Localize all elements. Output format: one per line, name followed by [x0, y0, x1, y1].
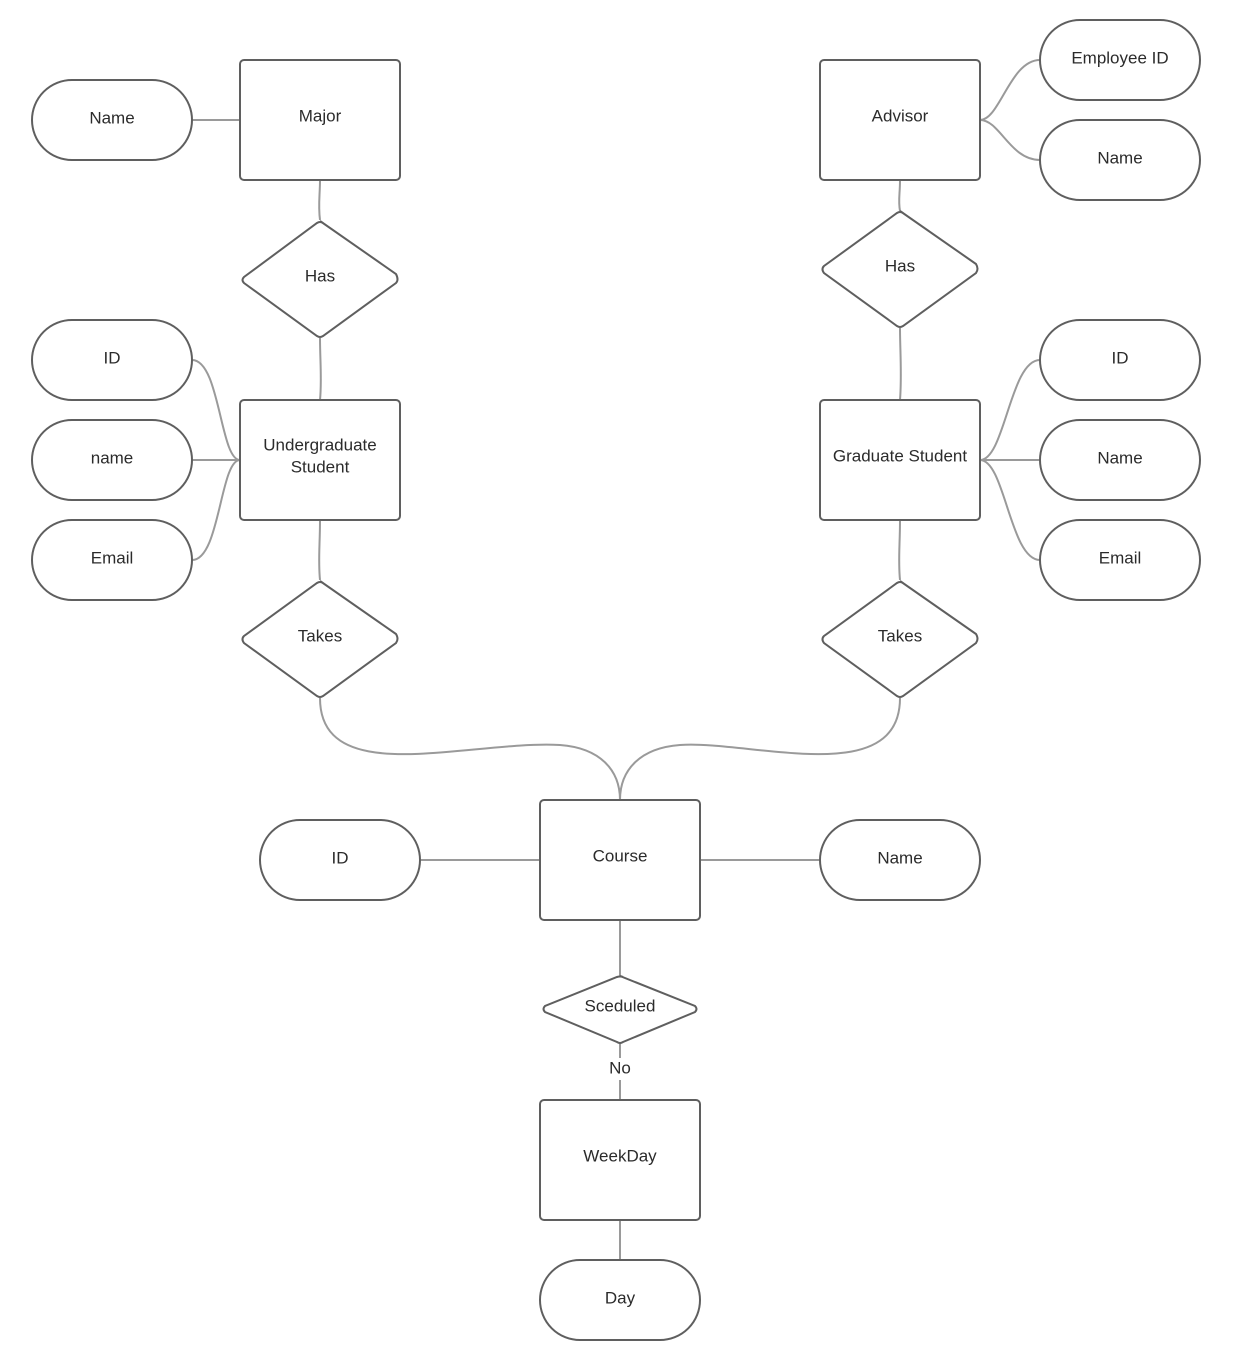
cardinality-label: No [609, 1058, 631, 1077]
attribute-label: Employee ID [1071, 48, 1168, 67]
entity-advisor[interactable]: Advisor [819, 59, 981, 181]
relationship-takes-undergrad[interactable]: Takes [241, 580, 399, 698]
entity-undergraduate-student[interactable]: Undergraduate Student [239, 399, 401, 521]
edge-label-cardinality: No [604, 1058, 636, 1080]
entity-label: Major [299, 106, 342, 125]
attribute-major-name[interactable]: Name [31, 79, 193, 161]
edge-ug-id-to-undergrad [191, 359, 241, 461]
attribute-label: ID [104, 348, 121, 367]
relationship-has-major[interactable]: Has [241, 220, 399, 338]
attribute-grad-email[interactable]: Email [1039, 519, 1201, 601]
er-diagram-canvas: Major Advisor Undergraduate Student Grad… [31, 19, 1201, 1341]
attribute-undergrad-name[interactable]: name [31, 419, 193, 501]
attribute-undergrad-id[interactable]: ID [31, 319, 193, 401]
entity-major[interactable]: Major [239, 59, 401, 181]
entity-course[interactable]: Course [539, 799, 701, 921]
attribute-advisor-employee-id[interactable]: Employee ID [1039, 19, 1201, 101]
attribute-label: Name [1097, 448, 1142, 467]
entity-label-line-2: Student [291, 457, 350, 476]
entity-label: Advisor [872, 106, 929, 125]
entity-label: WeekDay [583, 1146, 657, 1165]
entity-weekday[interactable]: WeekDay [539, 1099, 701, 1221]
edge-advisor-to-name [979, 119, 1041, 161]
relationship-label: Has [885, 256, 915, 275]
attribute-label: Name [1097, 148, 1142, 167]
relationship-takes-graduate[interactable]: Takes [821, 580, 979, 698]
attribute-weekday-day[interactable]: Day [539, 1259, 701, 1341]
attribute-undergrad-email[interactable]: Email [31, 519, 193, 601]
edge-grad-to-takes [898, 519, 901, 581]
attribute-course-id[interactable]: ID [259, 819, 421, 901]
attribute-label: ID [332, 848, 349, 867]
relationship-label: Has [305, 266, 335, 285]
edge-grad-to-email [979, 459, 1041, 561]
entity-label-line-1: Undergraduate [263, 435, 376, 454]
relationship-sceduled[interactable]: Sceduled [542, 975, 698, 1044]
edge-has-to-grad [899, 327, 902, 401]
entity-label: Graduate Student [833, 446, 967, 465]
edge-takes-grad-to-course [619, 697, 901, 801]
attribute-label: Email [1099, 548, 1142, 567]
relationship-label: Takes [298, 626, 342, 645]
attribute-grad-id[interactable]: ID [1039, 319, 1201, 401]
attribute-grad-name[interactable]: Name [1039, 419, 1201, 501]
edge-advisor-to-has [898, 179, 901, 212]
edge-advisor-to-employee-id [979, 59, 1041, 121]
entity-graduate-student[interactable]: Graduate Student [819, 399, 981, 521]
attribute-label: Email [91, 548, 134, 567]
edge-major-to-has [318, 179, 321, 221]
edge-undergrad-to-takes [318, 519, 321, 581]
attribute-advisor-name[interactable]: Name [1039, 119, 1201, 201]
attribute-label: ID [1112, 348, 1129, 367]
attribute-course-name[interactable]: Name [819, 819, 981, 901]
edge-grad-to-id [979, 359, 1041, 461]
attribute-label: Day [605, 1288, 636, 1307]
relationship-label: Sceduled [585, 996, 656, 1015]
relationship-has-advisor[interactable]: Has [821, 210, 979, 328]
attribute-label: Name [89, 108, 134, 127]
attribute-label: name [91, 448, 134, 467]
entity-label: Course [593, 846, 648, 865]
attribute-label: Name [877, 848, 922, 867]
edge-takes-ug-to-course [319, 697, 621, 801]
edge-ug-email-to-undergrad [191, 459, 241, 561]
relationship-label: Takes [878, 626, 922, 645]
edge-has-to-undergrad [319, 337, 322, 401]
